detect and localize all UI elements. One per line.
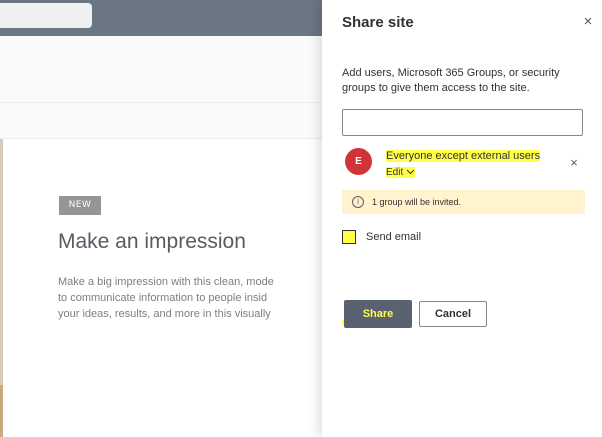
share-button[interactable]: Share: [344, 300, 412, 328]
hero-description-line: to communicate information to people ins…: [58, 292, 268, 304]
hero-description: Make a big impression with this clean, m…: [58, 274, 322, 322]
new-badge: NEW: [59, 196, 101, 215]
close-icon[interactable]: ×: [578, 12, 598, 32]
hero-description-line: your ideas, results, and more in this vi…: [58, 308, 271, 320]
remove-icon[interactable]: ×: [566, 155, 582, 171]
cancel-button[interactable]: Cancel: [419, 301, 487, 327]
chevron-down-icon: [406, 170, 415, 175]
avatar: E: [345, 148, 372, 175]
permission-label: Edit: [386, 167, 404, 178]
panel-title: Share site: [342, 14, 414, 31]
search-box[interactable]: [0, 3, 92, 28]
hero-title: Make an impression: [58, 230, 246, 253]
hero-image-edge: [0, 385, 3, 437]
info-icon: i: [352, 196, 364, 208]
hero-description-line: Make a big impression with this clean, m…: [58, 276, 274, 288]
people-picker-input[interactable]: [342, 109, 583, 136]
info-text: 1 group will be invited.: [372, 197, 462, 207]
permission-dropdown[interactable]: Edit: [386, 167, 416, 178]
site-header: [0, 36, 322, 102]
send-email-label: Send email: [366, 231, 422, 243]
share-site-panel: Share site × Add users, Microsoft 365 Gr…: [322, 0, 602, 437]
info-message-bar: i 1 group will be invited.: [342, 190, 585, 214]
entity-name: Everyone except external users: [386, 150, 541, 162]
divider: [0, 102, 322, 103]
send-email-checkbox[interactable]: [342, 230, 356, 244]
panel-description: Add users, Microsoft 365 Groups, or secu…: [342, 67, 560, 94]
